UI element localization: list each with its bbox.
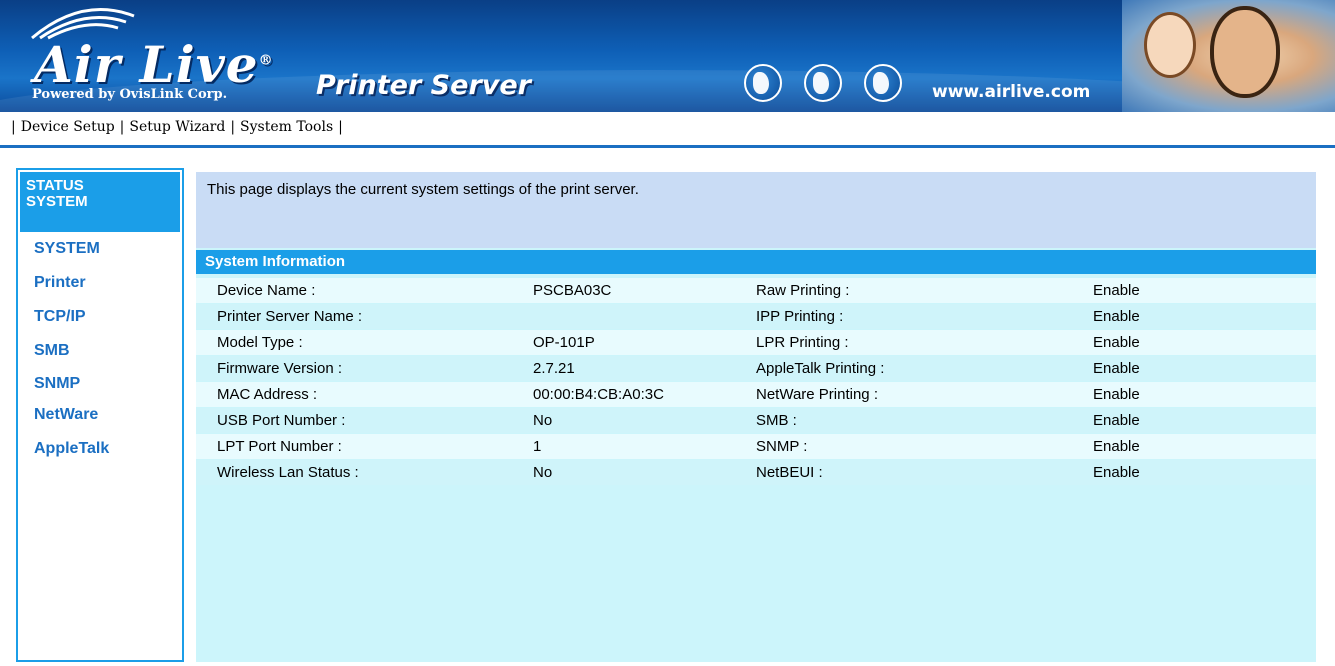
info-label: Model Type : (217, 334, 303, 351)
family-photo (1122, 0, 1335, 112)
info-value: 2.7.21 (533, 360, 575, 377)
info-label: NetBEUI : (756, 464, 823, 481)
sidebar-item-appletalk[interactable]: AppleTalk (34, 440, 109, 458)
info-value: Enable (1093, 282, 1140, 299)
info-label: NetWare Printing : (756, 386, 878, 403)
sidebar: STATUS SYSTEM SYSTEM Printer TCP/IP SMB … (16, 168, 184, 662)
info-label: AppleTalk Printing : (756, 360, 885, 377)
info-value: No (533, 464, 553, 481)
sidebar-item-printer[interactable]: Printer (34, 274, 86, 292)
section-title: System Information (205, 253, 346, 270)
info-label: USB Port Number : (217, 412, 346, 429)
sidebar-item-tcpip[interactable]: TCP/IP (34, 308, 86, 326)
logo-subtitle: Powered by OvisLink Corp. (32, 87, 228, 102)
header-banner: Air Live® Powered by OvisLink Corp. Prin… (0, 0, 1335, 112)
info-row: MAC Address : 00:00:B4:CB:A0:3C NetWare … (196, 382, 1316, 407)
info-value: PSCBA03C (533, 282, 612, 299)
info-value: 1 (533, 438, 542, 455)
info-label: SMB : (756, 412, 797, 429)
info-label: MAC Address : (217, 386, 318, 403)
info-value: OP-101P (533, 334, 595, 351)
nav-setup-wizard[interactable]: Setup Wizard (129, 119, 225, 135)
info-value: Enable (1093, 334, 1140, 351)
info-row: Device Name : PSCBA03C Raw Printing : En… (196, 278, 1316, 303)
sidebar-header: STATUS SYSTEM (20, 172, 180, 232)
info-row: Firmware Version : 2.7.21 AppleTalk Prin… (196, 356, 1316, 381)
info-label: Wireless Lan Status : (217, 464, 359, 481)
globe-icon (864, 64, 902, 102)
info-value: Enable (1093, 464, 1140, 481)
man-face (1210, 6, 1280, 98)
sidebar-item-system[interactable]: SYSTEM (34, 240, 100, 258)
nav-separator: | (11, 119, 16, 135)
info-value: 00:00:B4:CB:A0:3C (533, 386, 664, 403)
logo-name: Air Live (34, 35, 259, 94)
info-value: Enable (1093, 412, 1140, 429)
sidebar-header-line1: STATUS (26, 177, 84, 194)
nav-separator: | (230, 119, 236, 135)
sidebar-header-line2: SYSTEM (26, 193, 88, 210)
info-label: SNMP : (756, 438, 808, 455)
registered-mark: ® (258, 52, 274, 69)
child-face (1144, 12, 1196, 78)
description-box: This page displays the current system se… (196, 172, 1316, 248)
info-value: Enable (1093, 308, 1140, 325)
info-value: Enable (1093, 386, 1140, 403)
info-row: Wireless Lan Status : No NetBEUI : Enabl… (196, 460, 1316, 485)
info-label: LPT Port Number : (217, 438, 342, 455)
nav-separator: | (338, 119, 343, 135)
nav-divider-line (0, 145, 1335, 148)
globe-icon (804, 64, 842, 102)
info-row: Model Type : OP-101P LPR Printing : Enab… (196, 330, 1316, 355)
info-value: No (533, 412, 553, 429)
info-row: Printer Server Name : IPP Printing : Ena… (196, 304, 1316, 329)
info-row: LPT Port Number : 1 SNMP : Enable (196, 434, 1316, 459)
info-label: LPR Printing : (756, 334, 849, 351)
site-url: www.airlive.com (932, 82, 1091, 102)
page-description: This page displays the current system se… (207, 181, 639, 198)
logo-text: Air Live® (34, 40, 274, 90)
info-value: Enable (1093, 438, 1140, 455)
nav-separator: | (119, 119, 125, 135)
sidebar-item-smb[interactable]: SMB (34, 342, 70, 360)
info-value: Enable (1093, 360, 1140, 377)
sidebar-item-netware[interactable]: NetWare (34, 406, 98, 424)
nav-links: | Device Setup | Setup Wizard | System Tools | (6, 119, 348, 135)
section-header: System Information (196, 250, 1316, 274)
nav-device-setup[interactable]: Device Setup (21, 119, 115, 135)
info-row: USB Port Number : No SMB : Enable (196, 408, 1316, 433)
info-label: Device Name : (217, 282, 316, 299)
globe-icon (744, 64, 782, 102)
info-label: IPP Printing : (756, 308, 844, 325)
info-label: Printer Server Name : (217, 308, 363, 325)
main-panel: This page displays the current system se… (196, 172, 1316, 662)
product-title: Printer Server (316, 70, 531, 101)
sidebar-item-snmp[interactable]: SNMP (34, 375, 80, 393)
nav-system-tools[interactable]: System Tools (240, 119, 333, 135)
info-label: Raw Printing : (756, 282, 850, 299)
info-label: Firmware Version : (217, 360, 343, 377)
nav-bar: | Device Setup | Setup Wizard | System Tools | (0, 112, 1335, 148)
